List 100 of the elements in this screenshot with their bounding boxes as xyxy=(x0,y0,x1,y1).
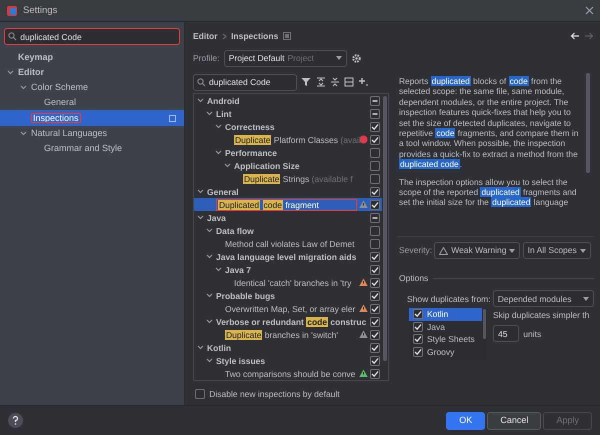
checkbox[interactable] xyxy=(413,346,423,357)
sidebar-item[interactable]: Keymap xyxy=(0,49,184,65)
add-icon[interactable] xyxy=(358,77,368,87)
help-icon[interactable] xyxy=(8,413,23,428)
language-item[interactable]: Style Sheets xyxy=(409,333,482,346)
chevron-icon[interactable] xyxy=(196,213,205,222)
chevron-icon[interactable] xyxy=(19,82,28,92)
options-heading: Options xyxy=(399,273,428,284)
collapse-all-icon[interactable] xyxy=(330,77,340,87)
tree-row[interactable]: Java language level migration aids xyxy=(194,250,382,263)
close-icon[interactable] xyxy=(585,6,594,15)
checkbox[interactable] xyxy=(370,278,380,288)
checkbox[interactable] xyxy=(370,304,380,314)
checkbox[interactable] xyxy=(370,108,380,118)
chevron-icon[interactable] xyxy=(6,68,15,77)
chevron-icon[interactable] xyxy=(196,187,205,196)
expand-all-icon[interactable] xyxy=(316,77,326,87)
filter-field[interactable]: duplicated Code xyxy=(193,74,297,90)
dialog-button[interactable]: OK xyxy=(446,412,486,430)
checkbox[interactable] xyxy=(370,316,380,326)
tree-row[interactable]: Probable bugs xyxy=(194,289,382,302)
checkbox[interactable] xyxy=(413,334,423,344)
dialog-button[interactable]: Cancel xyxy=(487,412,542,430)
chevron-icon[interactable] xyxy=(205,317,214,326)
checkbox[interactable] xyxy=(370,252,380,262)
chevron-icon[interactable] xyxy=(205,356,214,365)
checkbox[interactable] xyxy=(370,148,380,158)
tree-row[interactable]: Android xyxy=(194,94,382,107)
scope-dropdown[interactable]: In All Scopes xyxy=(522,242,591,259)
tree-row[interactable]: Lint xyxy=(194,107,382,120)
severity-dropdown[interactable]: Weak Warning xyxy=(434,242,520,259)
checkbox[interactable] xyxy=(413,309,423,320)
chevron-icon[interactable] xyxy=(205,291,214,300)
tree-row[interactable]: Data flow xyxy=(194,224,382,237)
tree-row[interactable]: Method call violates Law of Demet xyxy=(194,237,382,250)
search-icon xyxy=(197,78,206,86)
checkbox[interactable] xyxy=(370,160,380,170)
checkbox[interactable] xyxy=(370,186,380,196)
tree-row[interactable]: General xyxy=(194,185,382,198)
checkbox[interactable] xyxy=(370,212,380,222)
checkbox[interactable] xyxy=(370,174,380,184)
scrollbar[interactable] xyxy=(483,309,486,340)
tree-row[interactable]: Kotlin xyxy=(194,341,382,354)
tree-row[interactable]: Application Size xyxy=(194,159,382,172)
chevron-icon[interactable] xyxy=(214,122,223,131)
scrollbar[interactable] xyxy=(586,73,590,173)
minus-box-icon[interactable] xyxy=(344,77,354,87)
language-item[interactable]: Groovy xyxy=(409,346,482,358)
chevron-icon[interactable] xyxy=(214,265,223,274)
tree-row[interactable]: Duplicated code fragment xyxy=(194,198,382,211)
chevron-icon[interactable] xyxy=(196,96,205,105)
tree-row[interactable]: Performance xyxy=(194,146,382,159)
chevron-icon[interactable] xyxy=(196,343,205,352)
sidebar-item[interactable]: General xyxy=(0,95,184,110)
chevron-icon[interactable] xyxy=(205,226,214,235)
checkbox[interactable] xyxy=(370,290,380,300)
tree-row[interactable]: Verbose or redundant code construc xyxy=(194,315,382,328)
chevron-icon[interactable] xyxy=(19,128,28,138)
checkbox[interactable] xyxy=(413,322,423,332)
checkbox[interactable] xyxy=(370,356,380,366)
chevron-icon[interactable] xyxy=(223,161,232,170)
sidebar-item[interactable]: Inspections xyxy=(0,110,184,126)
filter-icon[interactable] xyxy=(301,77,312,87)
chevron-icon[interactable] xyxy=(214,148,223,157)
breadcrumb-item[interactable]: Editor xyxy=(193,30,218,42)
checkbox[interactable] xyxy=(370,134,380,144)
tree-row[interactable]: Duplicate branches in 'switch' xyxy=(194,328,382,341)
sidebar-item[interactable]: Color Scheme xyxy=(0,80,184,96)
tree-row[interactable]: Identical 'catch' branches in 'try xyxy=(194,276,382,289)
modules-dropdown[interactable]: Depended modules xyxy=(492,290,594,308)
checkbox[interactable] xyxy=(195,389,205,400)
checkbox[interactable] xyxy=(370,330,380,340)
profile-label: Profile: xyxy=(193,52,220,64)
checkbox[interactable] xyxy=(370,238,380,248)
back-arrow-icon[interactable] xyxy=(570,32,580,40)
profile-dropdown[interactable]: Project Default Project xyxy=(224,50,347,66)
tree-row[interactable]: Two comparisons should be conve xyxy=(194,367,382,380)
tree-row[interactable]: Java xyxy=(194,211,382,224)
tree-row[interactable]: Java 7 xyxy=(194,263,382,276)
language-item[interactable]: Java xyxy=(409,320,482,334)
tree-row[interactable]: Correctness xyxy=(194,120,382,133)
checkbox[interactable] xyxy=(370,264,380,274)
checkbox[interactable] xyxy=(370,342,380,352)
tree-row[interactable]: Duplicate Strings (available f xyxy=(194,172,382,185)
language-item[interactable]: Kotlin xyxy=(409,308,482,321)
sidebar-item[interactable]: Grammar and Style xyxy=(0,141,184,156)
checkbox[interactable] xyxy=(370,200,380,210)
chevron-icon[interactable] xyxy=(205,252,214,261)
sidebar-item[interactable]: Editor xyxy=(0,64,184,80)
checkbox[interactable] xyxy=(370,96,380,106)
checkbox[interactable] xyxy=(370,122,380,132)
units-field[interactable]: 45 xyxy=(493,325,519,342)
chevron-icon[interactable] xyxy=(205,109,214,118)
checkbox[interactable] xyxy=(370,368,380,378)
checkbox[interactable] xyxy=(370,226,380,236)
search-field[interactable]: duplicated Code xyxy=(4,28,180,45)
settings-icon[interactable] xyxy=(350,52,362,64)
sidebar-item[interactable]: Natural Languages xyxy=(0,126,184,142)
tree-row[interactable]: Overwritten Map, Set, or array eler xyxy=(194,302,382,315)
tree-row[interactable]: Style issues xyxy=(194,354,382,367)
